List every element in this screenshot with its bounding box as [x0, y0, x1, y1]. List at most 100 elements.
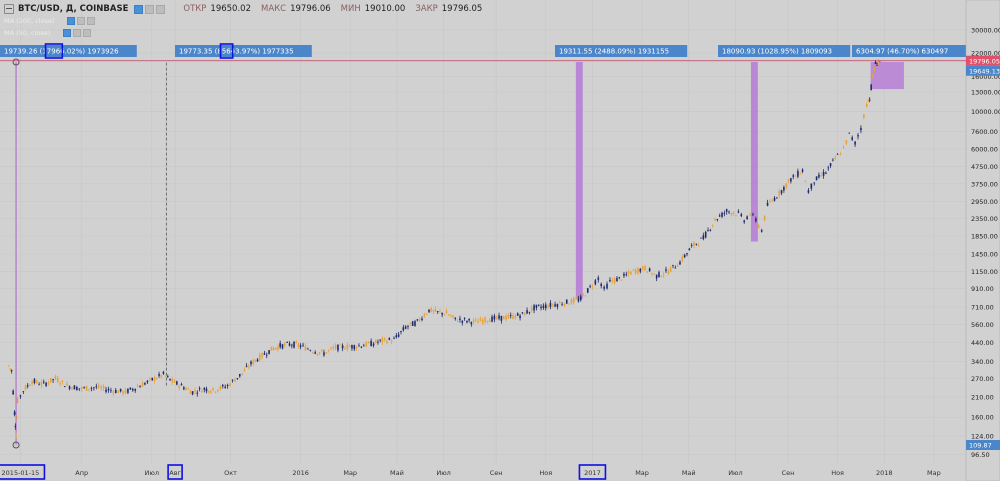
x-tick-label: Ноя — [831, 469, 844, 477]
candle-body — [839, 154, 842, 156]
x-tick-label: Июл — [145, 469, 160, 477]
candle-body — [207, 391, 210, 393]
candle-body — [397, 334, 400, 337]
candle-body — [625, 274, 628, 276]
candle-body — [63, 386, 66, 388]
y-tick-label: 4750.00 — [971, 163, 998, 171]
candle-body — [341, 345, 344, 349]
candle-body — [295, 342, 298, 344]
candle-body — [107, 388, 110, 391]
candle-body — [472, 319, 475, 322]
candle-body — [582, 294, 584, 296]
candle-body — [507, 315, 510, 319]
eye-icon[interactable] — [67, 17, 76, 25]
candle-body — [783, 187, 785, 191]
candle-body — [801, 169, 804, 172]
y-tick-label: 210.00 — [971, 394, 994, 402]
symbol-label[interactable]: BTC/USD, Д, COINBASE — [18, 4, 128, 14]
price-chart[interactable]: 2015-01-15 Апр Июл Авг Окт 2016 Мар Май Июл Сен Но… — [0, 0, 1000, 481]
candle-body — [584, 295, 587, 297]
collapse-icon[interactable] — [4, 4, 14, 14]
candle-body — [771, 200, 774, 202]
candle-body — [718, 215, 721, 217]
candle-body — [54, 376, 57, 379]
candle-body — [456, 321, 459, 322]
indicator-ma50[interactable]: MA (50, close) — [4, 29, 92, 37]
settings-icon[interactable] — [77, 17, 86, 25]
candle-body — [297, 344, 300, 347]
eye-icon[interactable] — [63, 29, 72, 37]
candle-body — [309, 350, 312, 352]
candle-body — [549, 302, 552, 307]
candle-body — [428, 309, 430, 313]
candle-body — [346, 344, 349, 349]
candle-body — [407, 326, 409, 328]
candle-body — [332, 347, 335, 349]
candle-body — [176, 381, 178, 385]
candle-body — [860, 127, 862, 131]
candle-body — [149, 378, 151, 380]
candle-body — [822, 171, 825, 176]
candle-body — [436, 311, 439, 312]
candle-body — [832, 159, 834, 161]
low-value: 19010.00 — [364, 4, 406, 14]
candle-body — [185, 388, 187, 390]
indicator-ma50-label: MA (50, close) — [4, 29, 51, 37]
candle-body — [877, 61, 880, 63]
candle-body — [470, 322, 473, 325]
candle-body — [876, 65, 878, 66]
candle-body — [763, 215, 766, 221]
candle-body — [404, 326, 407, 329]
candle-body — [421, 318, 423, 320]
candle-body — [790, 178, 792, 182]
close-icon[interactable] — [87, 17, 96, 25]
candle-body — [390, 341, 393, 343]
candle-body — [169, 378, 171, 381]
x-tick-label: Июл — [436, 469, 451, 477]
candle-body — [579, 296, 582, 301]
candle-body — [632, 269, 635, 271]
candle-body — [466, 320, 468, 323]
candle-body — [205, 388, 208, 392]
candle-body — [102, 385, 105, 389]
candle-body — [674, 267, 677, 269]
y-tick-label: 1150.00 — [971, 268, 998, 276]
y-tick-label: 2350.00 — [971, 215, 998, 223]
close-icon[interactable] — [83, 29, 92, 37]
open-label: ОТКР — [183, 4, 207, 14]
candle-body — [575, 298, 577, 300]
settings-icon[interactable] — [73, 29, 82, 37]
candle-body — [848, 132, 851, 134]
candle-body — [348, 346, 351, 348]
indicator-ma200[interactable]: MA (200, close) — [4, 17, 96, 25]
x-tick-label: Май — [682, 469, 696, 477]
candle-body — [851, 137, 853, 140]
settings-icon[interactable] — [145, 4, 155, 14]
candle-body — [127, 389, 129, 393]
candle-body — [85, 386, 88, 391]
candle-body — [291, 344, 293, 346]
candle-body — [268, 350, 270, 354]
y-tick-label: 340.00 — [971, 358, 994, 366]
y-tick-label: 124.00 — [971, 433, 994, 441]
candle-body — [229, 383, 231, 386]
candle-body — [38, 384, 40, 386]
candle-body — [224, 386, 227, 388]
candle-body — [76, 387, 78, 391]
candle-body — [270, 346, 273, 351]
candle-body — [547, 306, 549, 308]
close-icon[interactable] — [156, 4, 166, 14]
candle-body — [845, 140, 848, 144]
candle-body — [439, 311, 441, 313]
candle-body — [730, 213, 733, 215]
y-tick-label: 6000.00 — [971, 146, 998, 154]
eye-icon[interactable] — [134, 4, 144, 14]
candle-body — [495, 316, 498, 319]
candle-body — [857, 135, 859, 137]
candle-body — [544, 304, 547, 309]
candle-body — [167, 375, 169, 377]
measure-label: 19311.55 (2488.09%) 1931155 — [559, 48, 669, 56]
x-tick-label: Сен — [490, 469, 503, 477]
candle-body — [194, 390, 196, 392]
candle-body — [676, 265, 679, 267]
